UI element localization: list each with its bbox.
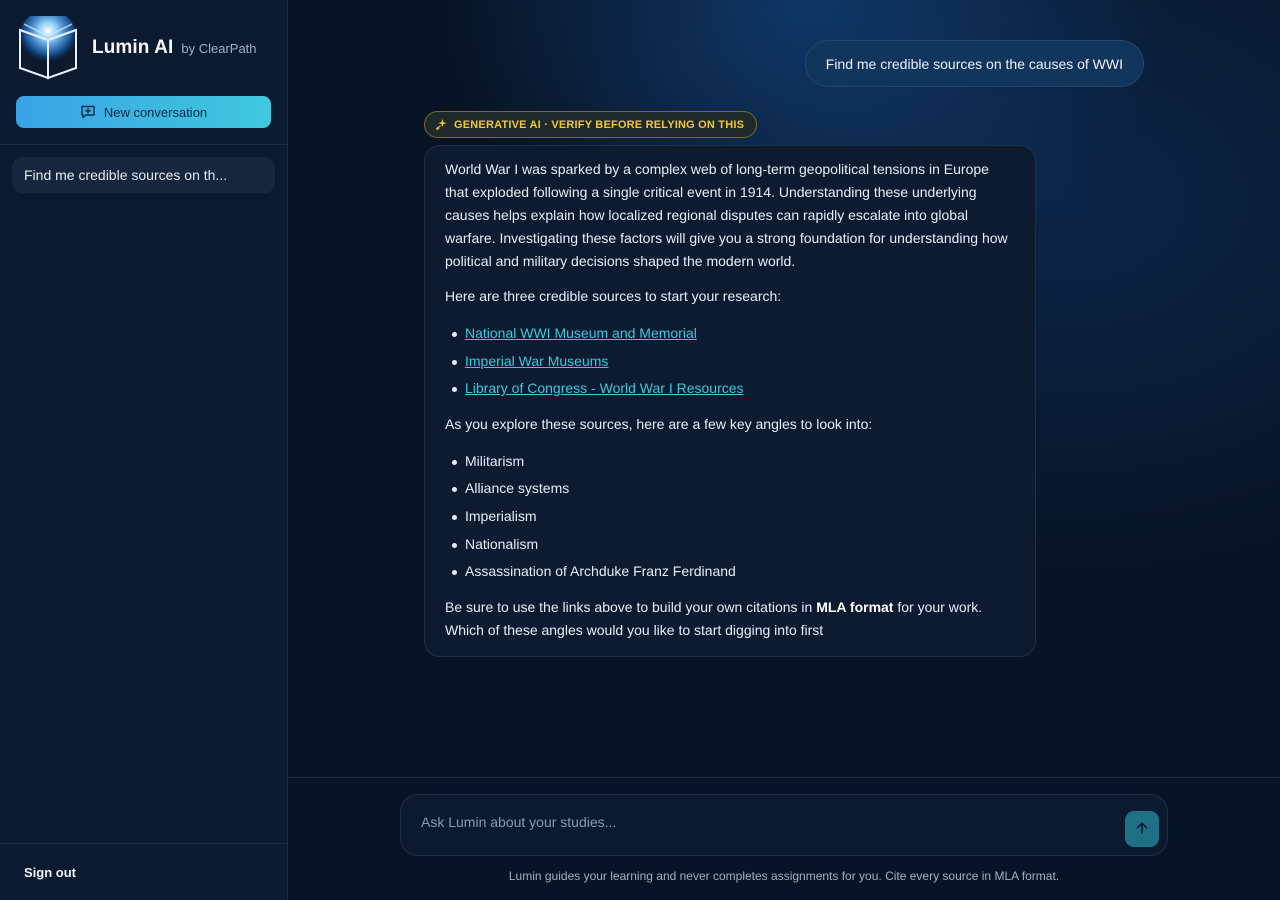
new-conversation-label: New conversation <box>103 104 208 120</box>
angle-item: Alliance systems <box>452 475 1015 503</box>
sparkle-icon <box>435 118 448 131</box>
send-button[interactable] <box>1125 811 1159 847</box>
closing-text-bold: MLA format <box>816 598 894 615</box>
app-root: Lumin AI by ClearPath New conversation F… <box>0 0 1280 900</box>
generative-ai-badge-label: GENERATIVE AI · VERIFY BEFORE RELYING ON… <box>454 118 745 131</box>
composer-disclaimer: Lumin guides your learning and never com… <box>508 869 1060 883</box>
sidebar: Lumin AI by ClearPath New conversation F… <box>0 0 288 900</box>
chat-main: Find me credible sources on the causes o… <box>288 0 1280 900</box>
composer <box>400 794 1168 856</box>
source-link-imperial-war-museums[interactable]: Imperial War Museums <box>465 353 608 369</box>
brand-header: Lumin AI by ClearPath <box>0 0 287 96</box>
generative-ai-badge: GENERATIVE AI · VERIFY BEFORE RELYING ON… <box>424 111 758 138</box>
brand-text: Lumin AI by ClearPath <box>92 37 257 59</box>
assistant-message-bubble: World War I was sparked by a complex web… <box>424 145 1036 657</box>
sources-list: National WWI Museum and Memorial Imperia… <box>445 320 1015 403</box>
arrow-up-icon <box>1135 821 1149 838</box>
angles-list: Militarism Alliance systems Imperialism … <box>445 448 1015 586</box>
user-message-bubble: Find me credible sources on the causes o… <box>804 40 1144 87</box>
closing-text-before: Be sure to use the links above to build … <box>445 598 817 615</box>
conversation-history: Find me credible sources on th... <box>0 145 287 843</box>
history-item-label: Find me credible sources on th... <box>24 167 228 183</box>
angle-item: Imperialism <box>452 503 1015 531</box>
sidebar-footer: Sign out <box>0 843 287 900</box>
list-item: Imperial War Museums <box>452 348 1015 376</box>
chat-plus-icon <box>80 104 96 120</box>
glowing-book-icon <box>16 16 80 80</box>
list-item: National WWI Museum and Memorial <box>452 320 1015 348</box>
new-conversation-button[interactable]: New conversation <box>16 96 271 128</box>
closing-paragraph: Be sure to use the links above to build … <box>445 596 1015 642</box>
brand-name: Lumin AI <box>92 37 174 58</box>
source-link-library-of-congress[interactable]: Library of Congress - World War I Resour… <box>465 380 744 396</box>
assistant-intro-paragraph: World War I was sparked by a complex web… <box>445 161 1008 269</box>
source-link-wwi-museum[interactable]: National WWI Museum and Memorial <box>465 325 697 341</box>
user-message-text: Find me credible sources on the causes o… <box>825 55 1123 72</box>
brand-by: by ClearPath <box>181 41 257 56</box>
angle-item: Assassination of Archduke Franz Ferdinan… <box>452 558 1015 586</box>
angle-item: Militarism <box>452 448 1015 476</box>
angles-intro: As you explore these sources, here are a… <box>445 415 873 432</box>
composer-area: Lumin guides your learning and never com… <box>288 777 1280 900</box>
message-input[interactable] <box>421 811 1111 833</box>
history-item[interactable]: Find me credible sources on th... <box>12 157 275 193</box>
angle-item: Nationalism <box>452 531 1015 559</box>
sources-intro: Here are three credible sources to start… <box>445 288 782 304</box>
list-item: Library of Congress - World War I Resour… <box>452 375 1015 403</box>
sign-out-button[interactable]: Sign out <box>24 865 76 880</box>
